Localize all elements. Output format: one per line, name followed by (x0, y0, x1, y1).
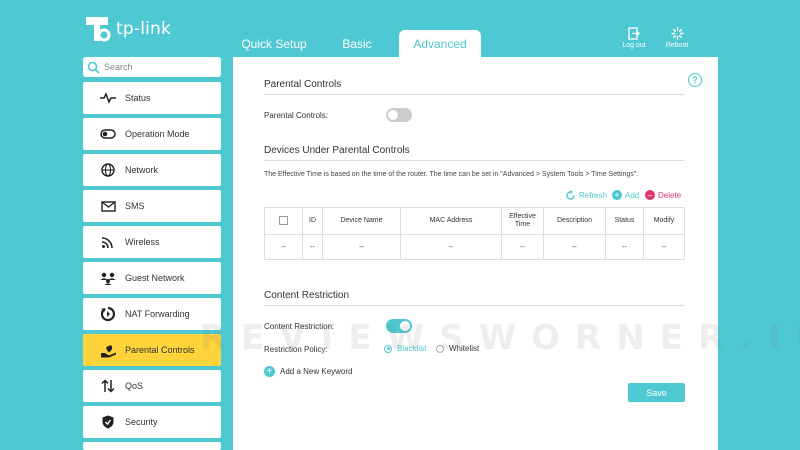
add-device-button[interactable]: + Add (612, 190, 639, 200)
sidebar-item-nat-forwarding[interactable]: NAT Forwarding (83, 298, 221, 330)
refresh-label: Refresh (579, 191, 608, 200)
add-label: Add (625, 190, 640, 200)
reboot-icon (670, 27, 684, 40)
table-cell: -- (643, 234, 685, 260)
section-title-devices: Devices Under Parental Controls (264, 145, 410, 156)
table-cell: -- (302, 234, 323, 260)
sidebar-item-label: Parental Controls (125, 345, 195, 355)
sidebar-item-parental-controls[interactable]: Parental Controls (83, 334, 221, 366)
column-header-status: Status (605, 207, 644, 235)
sidebar-item-label: Network (125, 165, 159, 175)
sidebar-item-label: Wireless (125, 237, 160, 247)
sidebar-item-label: NAT Forwarding (125, 309, 190, 319)
column-header-mac-address: MAC Address (400, 207, 502, 235)
table-cell: -- (264, 234, 303, 260)
pulse-icon (99, 89, 117, 107)
save-button[interactable]: Save (628, 383, 685, 402)
sidebar-item-label: Operation Mode (125, 129, 190, 139)
sidebar-item-operation-mode[interactable]: Operation Mode (83, 118, 221, 150)
tab-quick-setup[interactable]: Quick Setup (237, 30, 311, 57)
search-box (83, 57, 221, 77)
tab-basic[interactable]: Basic (336, 30, 378, 57)
section-title-parental-controls: Parental Controls (264, 79, 342, 90)
table-cell: -- (400, 234, 502, 260)
blacklist-label: Blacklist (397, 344, 427, 353)
table-cell: -- (605, 234, 644, 260)
sidebar-item-partial (83, 442, 221, 450)
table-cell: -- (501, 234, 544, 260)
divider (264, 160, 685, 161)
column-header-description: Description (543, 207, 606, 235)
reboot-button[interactable]: Reboot (657, 27, 697, 49)
globe-icon (99, 161, 117, 179)
shield-icon (99, 413, 117, 431)
refresh-button[interactable]: Refresh (565, 190, 607, 201)
column-header-id: ID (302, 207, 323, 235)
column-header-device-name: Device Name (322, 207, 401, 235)
divider (264, 94, 685, 95)
blacklist-radio[interactable]: Blacklist (384, 344, 426, 353)
wifi-icon (99, 233, 117, 251)
devices-table: ID Device Name MAC Address Effective Tim… (264, 207, 685, 260)
search-input[interactable] (104, 62, 214, 72)
whitelist-radio[interactable]: Whitelist (436, 344, 479, 353)
sidebar-item-network[interactable]: Network (83, 154, 221, 186)
logout-button[interactable]: Log out (614, 27, 654, 49)
delete-icon: – (645, 190, 655, 200)
sidebar-item-label: Guest Network (125, 273, 185, 283)
refresh-icon (566, 190, 575, 200)
table-header-row: ID Device Name MAC Address Effective Tim… (264, 207, 685, 235)
tplink-logo: tp-link (83, 14, 171, 44)
nat-cycle-icon (99, 305, 117, 323)
toggle-icon (99, 125, 117, 143)
sidebar-item-qos[interactable]: QoS (83, 370, 221, 402)
add-keyword-label: Add a New Keyword (280, 367, 353, 376)
sidebar-item-sms[interactable]: SMS (83, 190, 221, 222)
select-all-cell (264, 207, 303, 235)
table-cell: -- (322, 234, 401, 260)
sidebar-item-security[interactable]: Security (83, 406, 221, 438)
section-title-content-restriction: Content Restriction (264, 290, 350, 301)
content-restriction-label: Content Restriction: (264, 322, 335, 331)
table-cell: -- (543, 234, 606, 260)
table-row: -- -- -- -- -- -- -- -- (264, 234, 685, 260)
sidebar-item-status[interactable]: Status (83, 82, 221, 114)
whitelist-label: Whitelist (449, 344, 480, 353)
logout-label: Log out (622, 42, 646, 49)
sidebar-item-wireless[interactable]: Wireless (83, 226, 221, 258)
delete-label: Delete (658, 190, 682, 200)
reboot-label: Reboot (665, 42, 689, 49)
tab-advanced[interactable]: Advanced (399, 30, 481, 57)
guest-users-icon (99, 269, 117, 287)
logout-icon (628, 27, 640, 40)
sidebar-item-label: QoS (125, 381, 144, 391)
radio-dot (384, 344, 392, 353)
help-icon[interactable]: ? (688, 73, 702, 87)
content-restriction-toggle[interactable] (386, 319, 412, 333)
tplink-logo-icon (86, 17, 111, 42)
effective-time-note: The Effective Time is based on the time … (264, 171, 639, 178)
sidebar-item-label: SMS (125, 201, 145, 211)
sidebar-item-label: Status (125, 93, 151, 103)
search-icon (87, 61, 100, 74)
parental-controls-label: Parental Controls: (264, 111, 329, 120)
up-down-arrows-icon (99, 377, 117, 395)
sidebar-item-guest-network[interactable]: Guest Network (83, 262, 221, 294)
sidebar-item-label: Security (125, 417, 158, 427)
column-header-effective-time: Effective Time (501, 207, 544, 235)
radio-dot (436, 344, 444, 353)
heart-hand-icon (99, 341, 117, 359)
envelope-icon (99, 197, 117, 215)
parental-controls-toggle[interactable] (386, 108, 412, 122)
add-icon: + (612, 190, 622, 200)
select-all-checkbox[interactable] (279, 216, 288, 226)
brand-name: tp-link (116, 19, 172, 39)
add-keyword-button[interactable]: + Add a New Keyword (264, 366, 352, 377)
column-header-modify: Modify (643, 207, 685, 235)
delete-device-button[interactable]: – Delete (645, 190, 681, 200)
restriction-policy-label: Restriction Policy: (264, 345, 328, 354)
divider (264, 305, 685, 306)
add-icon: + (264, 366, 275, 377)
